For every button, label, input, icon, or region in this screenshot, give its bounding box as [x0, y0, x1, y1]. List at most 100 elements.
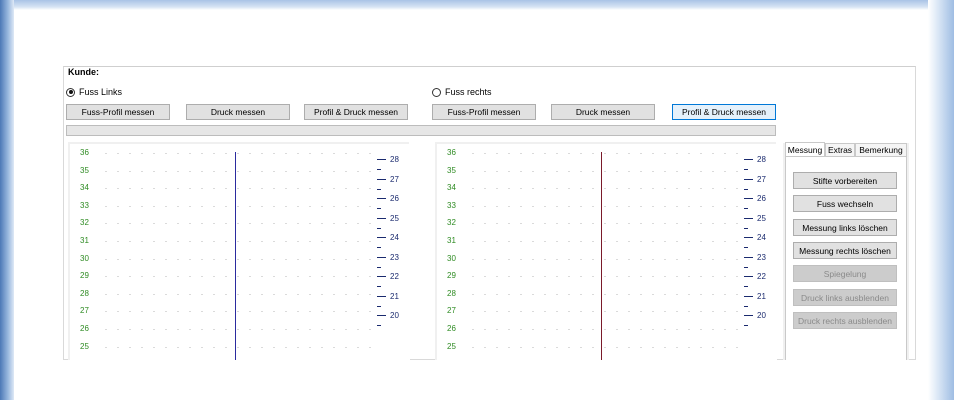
tab-extras[interactable]: Extras: [825, 143, 855, 157]
grid-dot-row: [100, 205, 372, 207]
radio-fuss-links[interactable]: Fuss Links: [66, 87, 122, 97]
y-right-tick-mark: [377, 198, 386, 199]
y-left-tick-label: 31: [80, 236, 89, 245]
grid-dot-row: [467, 329, 739, 330]
y-left-tick-label: 31: [447, 236, 456, 245]
y-right-minor-tick: [744, 247, 748, 248]
y-right-tick-label: 28: [390, 155, 399, 164]
switch-foot-button[interactable]: Fuss wechseln: [793, 195, 897, 212]
y-left-tick-label: 30: [447, 253, 456, 263]
y-left-tick-label: 29: [80, 271, 89, 281]
y-left-tick-label: 35: [80, 165, 89, 175]
grid-dot-row: [100, 258, 372, 260]
y-right-minor-tick: [744, 266, 748, 268]
center-marker-line: [235, 152, 236, 360]
right-profile-measure-button[interactable]: Fuss-Profil messen: [432, 104, 536, 120]
y-right-tick-mark: [744, 276, 753, 277]
y-right-tick-mark: [744, 237, 753, 238]
left-pressure-measure-button[interactable]: Druck messen: [186, 104, 290, 120]
y-right-tick-label: 27: [390, 174, 399, 184]
y-right-minor-tick: [377, 247, 381, 248]
y-right-minor-tick: [377, 188, 381, 190]
left-foot-chart: 36 35 34 33 32 31 30 29 28 27 26 25 28 27 26 25 24 23 22 21…: [70, 144, 410, 360]
tab-messung[interactable]: Messung: [785, 142, 825, 157]
measurement-progress-bar: [66, 125, 776, 136]
y-left-tick-label: 33: [447, 200, 456, 210]
radio-fuss-rechts[interactable]: Fuss rechts: [432, 87, 492, 97]
y-right-tick-mark: [377, 217, 386, 219]
grid-dot-row: [100, 276, 372, 278]
y-right-minor-tick: [744, 305, 748, 307]
y-right-tick-label: 24: [757, 233, 766, 242]
grid-dot-row: [100, 311, 372, 313]
y-right-minor-tick: [744, 208, 748, 209]
window-frame-top: [0, 0, 954, 10]
y-left-tick-label: 30: [80, 253, 89, 263]
y-right-tick-label: 24: [390, 233, 399, 242]
right-pressure-measure-button[interactable]: Druck messen: [551, 104, 655, 120]
y-right-tick-mark: [377, 295, 386, 297]
y-left-tick-label: 32: [80, 218, 89, 228]
y-left-tick-label: 25: [447, 341, 456, 351]
y-right-minor-tick: [377, 169, 381, 170]
left-profile-pressure-button[interactable]: Profil & Druck messen: [304, 104, 408, 120]
y-right-tick-label: 21: [757, 291, 766, 301]
y-right-minor-tick: [377, 305, 381, 307]
y-right-tick-mark: [744, 178, 753, 180]
grid-dot-row: [467, 293, 739, 295]
y-right-tick-mark: [377, 178, 386, 180]
grid-dot-row: [100, 293, 372, 295]
y-left-tick-label: 36: [447, 148, 456, 157]
grid-dot-row: [100, 188, 372, 190]
grid-dot-row: [100, 241, 372, 242]
grid-dot-row: [467, 188, 739, 190]
y-right-tick-mark: [377, 256, 386, 258]
left-profile-measure-button[interactable]: Fuss-Profil messen: [66, 104, 170, 120]
grid-dot-row: [100, 223, 372, 225]
y-right-tick-mark: [744, 315, 753, 316]
y-right-tick-label: 22: [390, 272, 399, 281]
y-right-tick-mark: [377, 315, 386, 316]
hide-pressure-right-button[interactable]: Druck rechts ausblenden: [793, 312, 897, 329]
y-right-tick-mark: [744, 198, 753, 199]
right-profile-pressure-button[interactable]: Profil & Druck messen: [672, 104, 776, 120]
y-left-tick-label: 28: [447, 288, 456, 298]
y-right-tick-label: 26: [390, 194, 399, 203]
hide-pressure-left-button[interactable]: Druck links ausblenden: [793, 289, 897, 306]
y-right-tick-label: 23: [757, 252, 766, 262]
y-right-tick-mark: [377, 237, 386, 238]
grid-dot-row: [467, 258, 739, 260]
grid-dot-row: [467, 223, 739, 225]
customer-label: Kunde:: [68, 67, 99, 77]
y-right-minor-tick: [744, 188, 748, 190]
y-right-minor-tick: [377, 286, 381, 287]
right-foot-chart: 36 35 34 33 32 31 30 29 28 27 26 25 28 27 26 25 24 23 22 21…: [437, 144, 777, 360]
window-frame-left: [0, 0, 14, 400]
y-left-tick-label: 34: [447, 183, 456, 193]
y-right-tick-mark: [744, 256, 753, 258]
clear-left-measurement-button[interactable]: Messung links löschen: [793, 219, 897, 236]
clear-right-measurement-button[interactable]: Messung rechts löschen: [793, 242, 897, 259]
window-frame-right: [928, 0, 954, 400]
y-right-minor-tick: [744, 227, 748, 229]
grid-dot-row: [467, 241, 739, 242]
grid-dot-row: [467, 346, 739, 348]
y-right-tick-label: 20: [390, 311, 399, 320]
y-left-tick-label: 25: [80, 341, 89, 351]
y-left-tick-label: 27: [447, 306, 456, 316]
y-right-tick-label: 22: [757, 272, 766, 281]
y-left-tick-label: 26: [447, 324, 456, 333]
y-left-tick-label: 33: [80, 200, 89, 210]
tab-bemerkung[interactable]: Bemerkung: [855, 143, 907, 157]
y-right-minor-tick: [377, 325, 381, 326]
y-right-tick-label: 25: [390, 213, 399, 223]
y-right-tick-label: 28: [757, 155, 766, 164]
mirror-button[interactable]: Spiegelung: [793, 265, 897, 282]
y-right-tick-label: 21: [390, 291, 399, 301]
y-right-tick-mark: [744, 159, 753, 160]
y-right-tick-label: 25: [757, 213, 766, 223]
prepare-pins-button[interactable]: Stifte vorbereiten: [793, 172, 897, 189]
y-right-minor-tick: [744, 169, 748, 170]
radio-label: Fuss rechts: [445, 87, 492, 97]
y-right-tick-mark: [377, 159, 386, 160]
